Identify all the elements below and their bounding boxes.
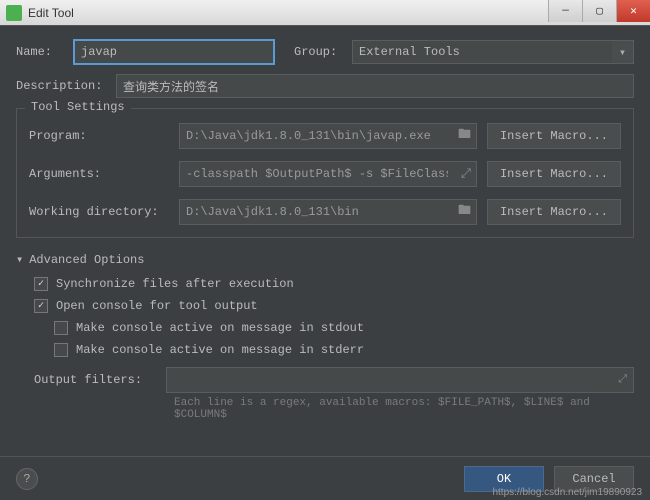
app-icon [6, 5, 22, 21]
sync-label: Synchronize files after execution [56, 277, 294, 291]
program-input[interactable] [179, 123, 477, 149]
insert-macro-program-button[interactable]: Insert Macro... [487, 123, 621, 149]
workdir-input[interactable] [179, 199, 477, 225]
folder-icon[interactable]: 🖿 [458, 201, 471, 223]
description-input[interactable] [116, 74, 634, 98]
arguments-input[interactable] [179, 161, 477, 187]
program-label: Program: [29, 129, 169, 143]
stderr-label: Make console active on message in stderr [76, 343, 364, 357]
chevron-down-icon: ▾ [16, 252, 23, 267]
stdout-label: Make console active on message in stdout [76, 321, 364, 335]
sync-checkbox[interactable]: ✓ [34, 277, 48, 291]
minimize-button[interactable]: — [548, 0, 582, 22]
description-label: Description: [16, 79, 106, 93]
tool-settings-group: Tool Settings Program: 🖿 Insert Macro...… [16, 108, 634, 238]
maximize-button[interactable]: ▢ [582, 0, 616, 22]
close-button[interactable]: ✕ [616, 0, 650, 22]
stdout-checkbox[interactable] [54, 321, 68, 335]
folder-icon[interactable]: 🖿 [458, 125, 471, 147]
output-filters-hint: Each line is a regex, available macros: … [174, 397, 634, 421]
open-console-label: Open console for tool output [56, 299, 258, 313]
stderr-checkbox[interactable] [54, 343, 68, 357]
chevron-down-icon[interactable]: ▾ [612, 40, 634, 64]
watermark: https://blog.csdn.net/jim19890923 [492, 487, 642, 498]
arguments-label: Arguments: [29, 167, 169, 181]
titlebar: Edit Tool — ▢ ✕ [0, 0, 650, 26]
insert-macro-arguments-button[interactable]: Insert Macro... [487, 161, 621, 187]
help-button[interactable]: ? [16, 468, 38, 490]
insert-macro-workdir-button[interactable]: Insert Macro... [487, 199, 621, 225]
group-label: Group: [294, 45, 342, 59]
advanced-options-toggle[interactable]: ▾ Advanced Options [16, 252, 634, 267]
advanced-options-title: Advanced Options [29, 253, 144, 267]
tool-settings-title: Tool Settings [25, 100, 131, 114]
workdir-label: Working directory: [29, 205, 169, 219]
name-input[interactable] [74, 40, 274, 64]
window-controls: — ▢ ✕ [548, 0, 650, 25]
open-console-checkbox[interactable]: ✓ [34, 299, 48, 313]
output-filters-input[interactable]: ⤢ [166, 367, 634, 393]
window-title: Edit Tool [28, 6, 548, 20]
expand-icon[interactable]: ⤢ [461, 167, 471, 182]
name-label: Name: [16, 45, 64, 59]
output-filters-label: Output filters: [34, 373, 156, 387]
group-select[interactable] [352, 40, 612, 64]
expand-icon[interactable]: ⤢ [618, 374, 627, 386]
